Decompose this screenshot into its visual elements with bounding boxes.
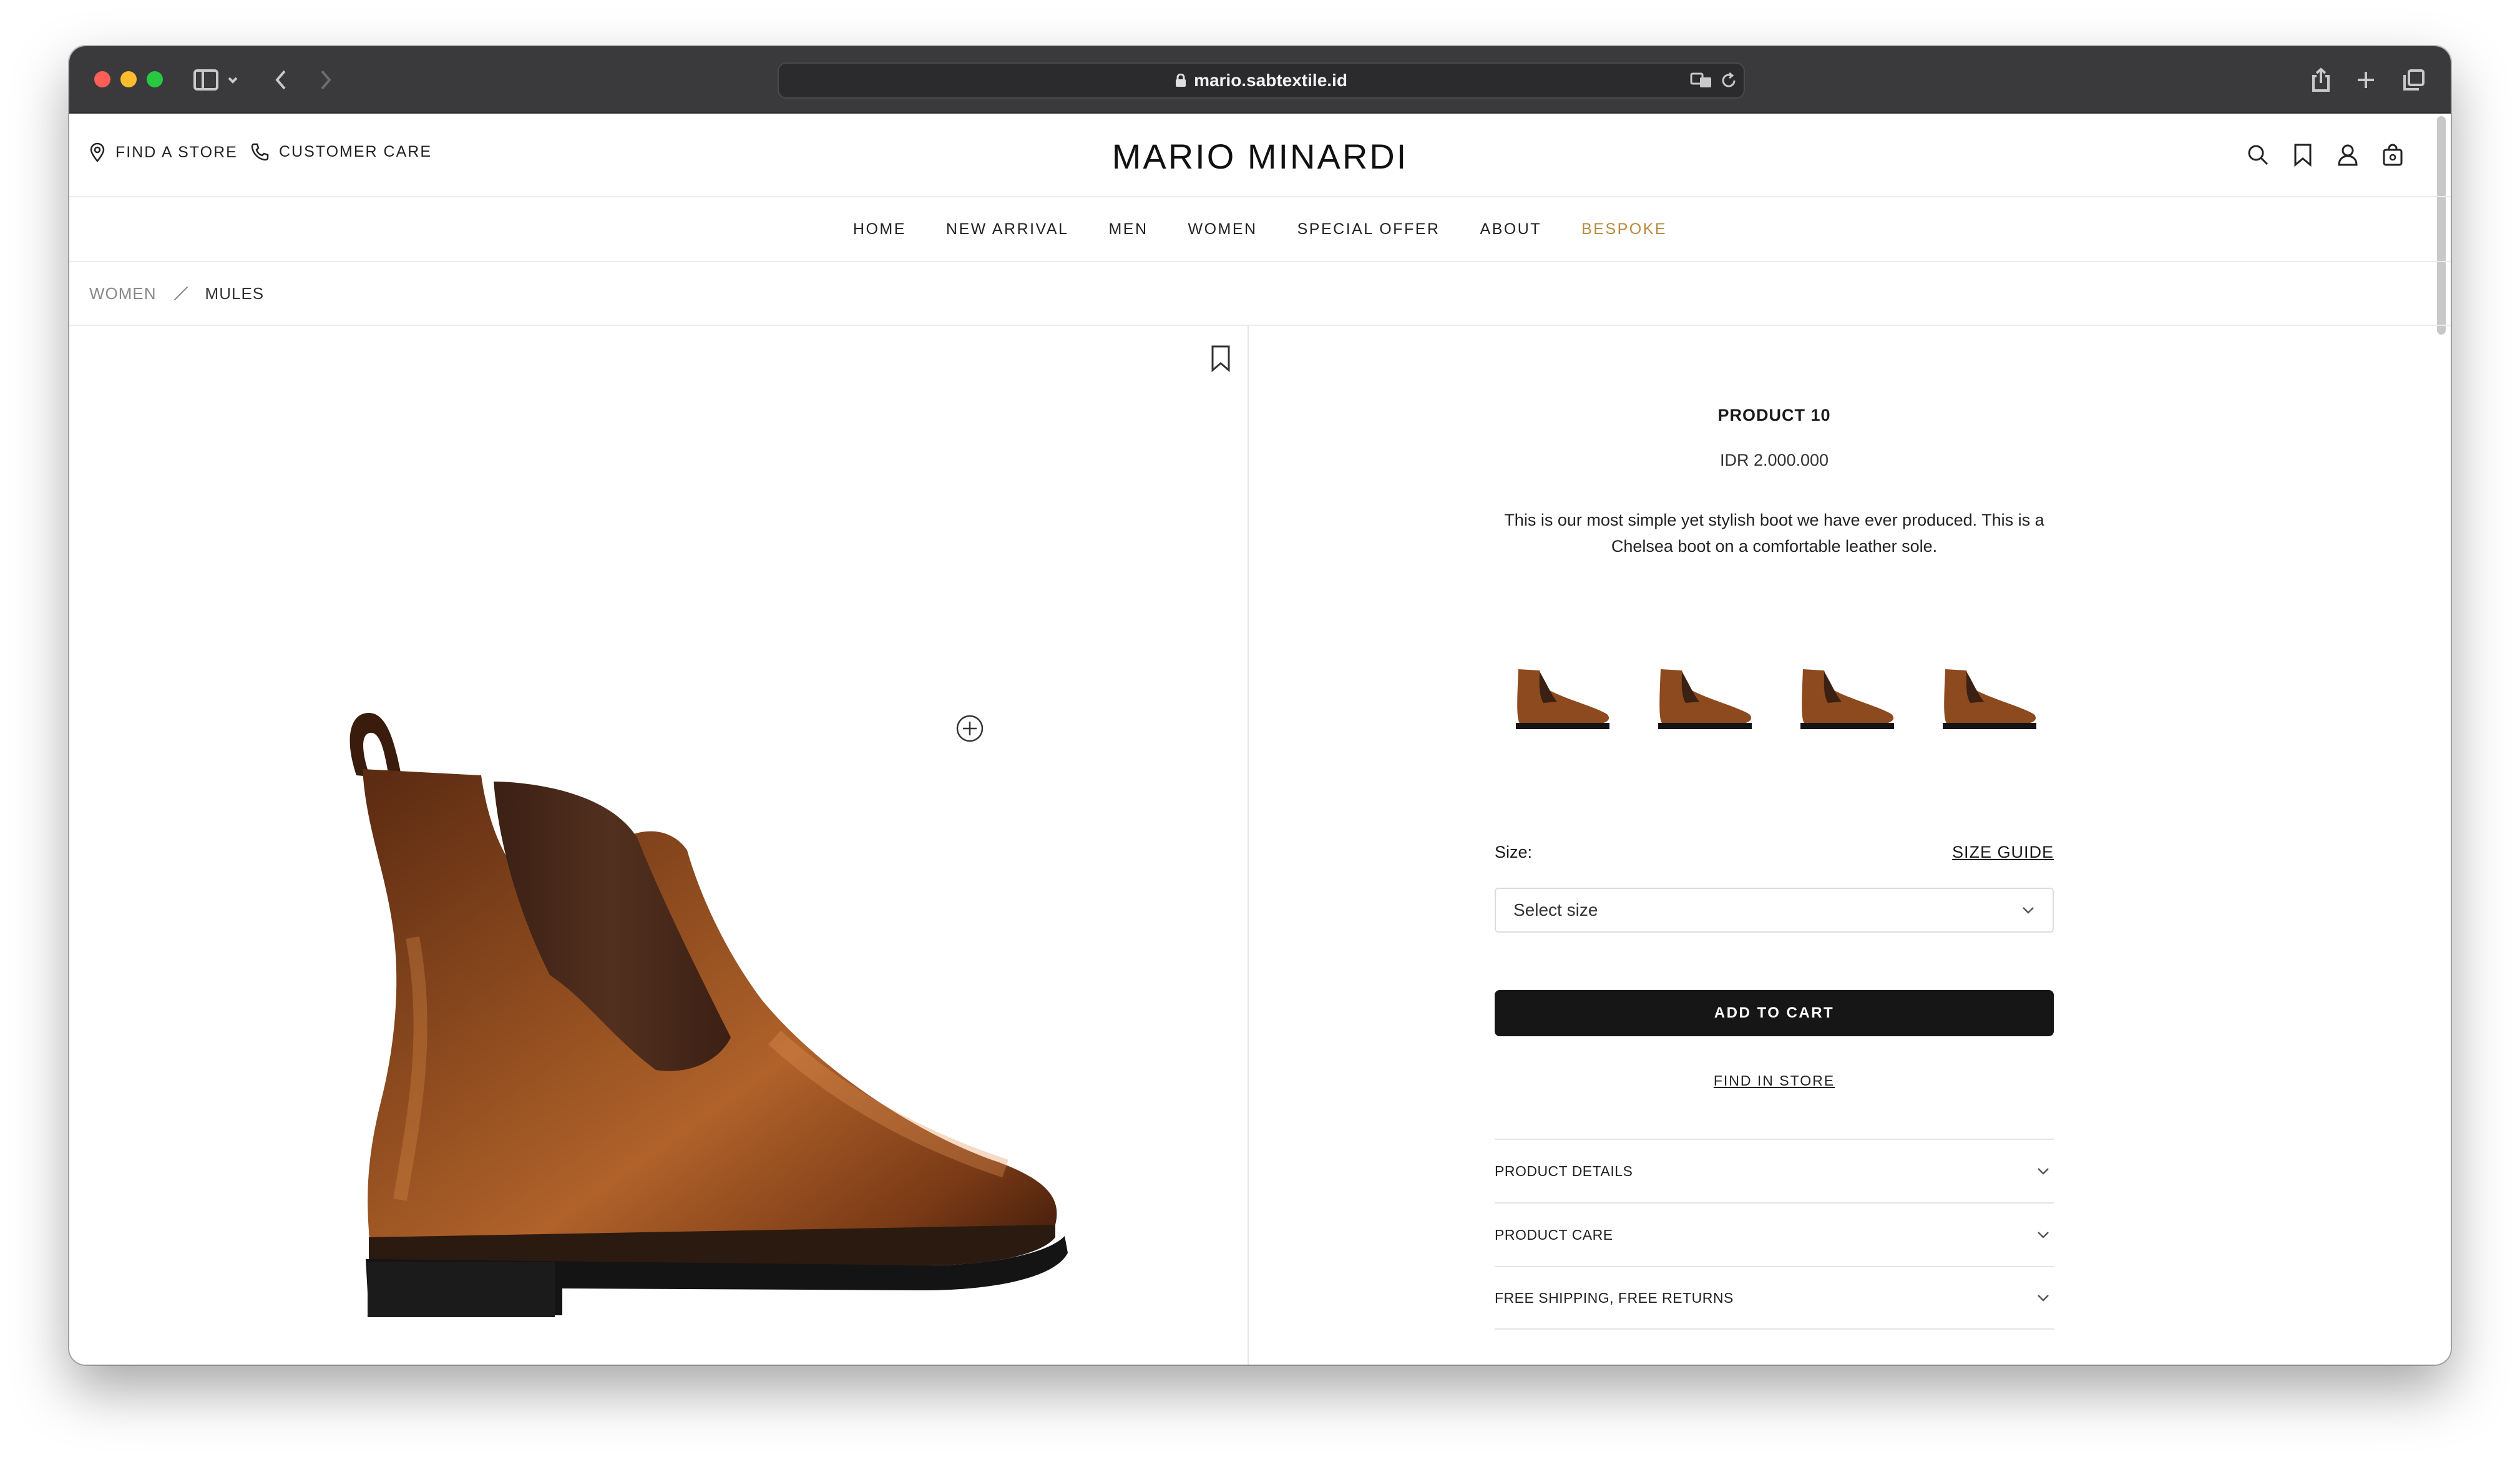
size-select-value: Select size: [1513, 900, 1598, 920]
chevron-down-icon: [2038, 1295, 2049, 1302]
shopping-bag-icon[interactable]: [2381, 141, 2405, 169]
browser-window: mario.sabtextile.id FIND A STORE CUSTOME…: [69, 46, 2451, 1365]
breadcrumb-women[interactable]: WOMEN: [89, 284, 157, 303]
accordion-label: PRODUCT DETAILS: [1495, 1162, 1633, 1179]
nav-home[interactable]: HOME: [853, 220, 906, 238]
product-image[interactable]: [225, 688, 1087, 1328]
new-tab-icon[interactable]: [2353, 65, 2378, 95]
product-price: IDR 2.000.000: [1719, 451, 1829, 469]
accordion-label: PRODUCT CARE: [1495, 1226, 1613, 1243]
variant-thumbnail[interactable]: [1934, 657, 2040, 738]
sidebar-toggle-icon[interactable]: [192, 65, 220, 95]
url-text: mario.sabtextile.id: [1194, 71, 1347, 90]
bookmark-icon[interactable]: [1210, 345, 1231, 375]
size-guide-link[interactable]: SIZE GUIDE: [1952, 843, 2054, 862]
back-icon[interactable]: [270, 65, 291, 95]
accordion-label: FREE SHIPPING, FREE RETURNS: [1495, 1289, 1734, 1306]
chevron-down-icon: [2023, 907, 2034, 914]
nav-men[interactable]: MEN: [1108, 220, 1148, 238]
main-navigation: HOME NEW ARRIVAL MEN WOMEN SPECIAL OFFER…: [69, 197, 2451, 262]
size-select[interactable]: Select size: [1495, 888, 2054, 933]
product-info-panel: PRODUCT 10 IDR 2.000.000 This is our mos…: [1250, 326, 2451, 1365]
chevron-down-icon: [2038, 1232, 2049, 1239]
translate-icon[interactable]: [1690, 71, 1712, 90]
nav-new-arrival[interactable]: NEW ARRIVAL: [946, 220, 1069, 238]
close-window-button[interactable]: [94, 71, 110, 87]
product-description: This is our most simple yet stylish boot…: [1504, 511, 2044, 556]
product-title: PRODUCT 10: [1717, 406, 1831, 424]
forward-icon[interactable]: [315, 65, 336, 95]
site-logo[interactable]: MARIO MINARDI: [69, 136, 2451, 177]
breadcrumb-mules: MULES: [205, 283, 265, 303]
site-header: FIND A STORE CUSTOMER CARE MARIO MINARDI: [69, 114, 2451, 197]
nav-women[interactable]: WOMEN: [1188, 220, 1258, 238]
tab-overview-icon[interactable]: [2400, 65, 2428, 95]
zoom-window-button[interactable]: [147, 71, 163, 87]
color-variant-thumbnails: [1507, 657, 2040, 738]
search-icon[interactable]: [2246, 141, 2270, 169]
web-page: FIND A STORE CUSTOMER CARE MARIO MINARDI: [69, 114, 2451, 1365]
accordion-product-care[interactable]: PRODUCT CARE: [1495, 1202, 2054, 1266]
product-gallery: [69, 326, 1249, 1365]
browser-toolbar: mario.sabtextile.id: [69, 46, 2451, 114]
variant-thumbnail[interactable]: [1507, 657, 1613, 738]
wishlist-icon[interactable]: [2291, 141, 2315, 169]
address-bar[interactable]: mario.sabtextile.id: [778, 62, 1745, 99]
size-label: Size:: [1495, 843, 1533, 861]
reload-icon[interactable]: [1720, 71, 1737, 90]
chevron-down-icon[interactable]: [225, 65, 240, 95]
nav-bespoke[interactable]: BESPOKE: [1581, 220, 1667, 238]
minimize-window-button[interactable]: [120, 71, 137, 87]
accordion-free-shipping[interactable]: FREE SHIPPING, FREE RETURNS: [1495, 1266, 2054, 1330]
variant-thumbnail[interactable]: [1792, 657, 1898, 738]
accordion-product-details[interactable]: PRODUCT DETAILS: [1495, 1139, 2054, 1202]
share-icon[interactable]: [2308, 65, 2333, 95]
breadcrumb: WOMEN MULES: [89, 262, 264, 325]
nav-special-offer[interactable]: SPECIAL OFFER: [1297, 220, 1440, 238]
account-icon[interactable]: [2336, 141, 2360, 169]
add-to-cart-button[interactable]: ADD TO CART: [1495, 990, 2054, 1036]
lock-icon: [1176, 74, 1186, 87]
variant-thumbnail[interactable]: [1649, 657, 1756, 738]
chevron-down-icon: [2038, 1168, 2049, 1175]
find-in-store-link[interactable]: FIND IN STORE: [1495, 1072, 2054, 1089]
nav-about[interactable]: ABOUT: [1480, 220, 1541, 238]
breadcrumb-separator: [173, 286, 188, 301]
